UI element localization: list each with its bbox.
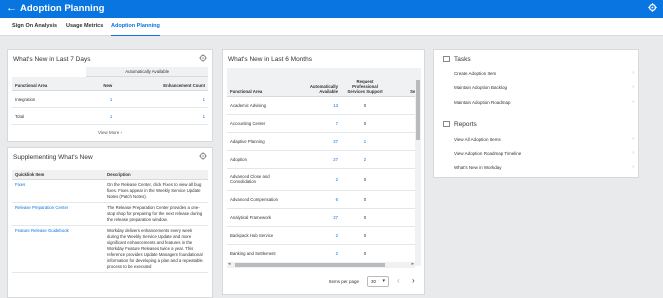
- table-row: Feature Release Guidebook Workday delive…: [12, 225, 208, 273]
- card-title: What's New in Last 6 Months: [228, 56, 312, 63]
- table-viewport: Functional Area Automatically Available …: [227, 68, 415, 266]
- quicklink[interactable]: Feature Release Guidebook: [12, 225, 104, 273]
- last-7-days-table: Automatically Available Functional Area …: [12, 67, 208, 125]
- card-title: What's New in Last 7 Days: [13, 56, 91, 63]
- chevron-right-icon: ›: [632, 70, 634, 76]
- table-row: Total 1 1: [12, 107, 208, 125]
- reports-icon: [443, 121, 450, 127]
- tasks-icon: [443, 56, 450, 62]
- last-6-months-card: What's New in Last 6 Months Functional A…: [222, 49, 425, 295]
- supplementing-card: Supplementing What's New Quicklink Item …: [7, 147, 213, 298]
- reports-title: Reports: [454, 121, 477, 128]
- col-set-require: Set Require: [389, 68, 415, 97]
- tab-sign-on-analysis[interactable]: Sign On Analysis: [12, 23, 57, 36]
- col-automatically-available: Automatically Available: [295, 68, 341, 97]
- settings-gear-icon[interactable]: [199, 54, 207, 64]
- table-row: Fixes On the Release Center, click Fixes…: [12, 179, 208, 203]
- table-row: Release Preparation Center The Release P…: [12, 202, 208, 226]
- settings-gear-icon[interactable]: [199, 152, 207, 162]
- card-title: Supplementing What's New: [13, 154, 93, 161]
- col-enhancement-count: Enhancement Count: [115, 76, 208, 91]
- scrollbar-thumb[interactable]: [235, 263, 385, 267]
- table-row: Integration 1 1: [12, 90, 208, 108]
- quicklink[interactable]: Fixes: [12, 179, 104, 203]
- tab-adoption-planning[interactable]: Adoption Planning: [111, 23, 160, 36]
- last-6-months-table: Functional Area Automatically Available …: [227, 68, 415, 263]
- table-row: Banking and Settlement200: [227, 244, 415, 263]
- gear-icon[interactable]: [648, 3, 657, 14]
- chevron-right-icon: ›: [632, 136, 634, 142]
- chevron-right-icon: ›: [632, 84, 634, 90]
- page-title: Adoption Planning: [20, 3, 105, 14]
- table-row: Analytical Framework2700: [227, 208, 415, 227]
- app-header: ← Adoption Planning: [0, 0, 663, 18]
- next-page-icon[interactable]: ›: [412, 276, 415, 285]
- table-row: Advanced Compensation600: [227, 190, 415, 209]
- tasks-title: Tasks: [454, 56, 471, 63]
- items-per-page-label: Items per page: [329, 279, 360, 284]
- group-header: Automatically Available: [86, 67, 208, 77]
- col-functional-area: Functional Area: [12, 76, 87, 91]
- table-row: Academic Advising1300: [227, 96, 415, 115]
- scrollbar-thumb[interactable]: [416, 80, 420, 140]
- chevron-right-icon: ›: [632, 164, 634, 170]
- back-arrow-icon[interactable]: ←: [6, 2, 17, 14]
- horizontal-scrollbar[interactable]: ◂ ▸: [227, 261, 415, 268]
- col-new: New: [86, 76, 116, 91]
- col-quicklink-item: Quicklink Item: [12, 170, 104, 180]
- col-functional-area: Functional Area: [227, 68, 295, 97]
- report-roadmap-timeline[interactable]: View Adoption Roadmap Timeline: [454, 151, 521, 156]
- table-row: Accounting Center700: [227, 114, 415, 133]
- table-row: Backpack Hub Service200: [227, 226, 415, 245]
- vertical-scrollbar[interactable]: [415, 68, 421, 266]
- tab-bar: Sign On Analysis Usage Metrics Adoption …: [0, 18, 663, 36]
- chevron-right-icon: ›: [632, 150, 634, 156]
- items-per-page-select[interactable]: 30 ▾: [367, 276, 389, 287]
- chevron-down-icon: ▾: [382, 278, 385, 284]
- supplementing-table: Quicklink Item Description Fixes On the …: [12, 170, 208, 273]
- scroll-left-icon[interactable]: ◂: [228, 261, 231, 267]
- task-maintain-backlog[interactable]: Maintain Adoption Backlog: [454, 85, 507, 90]
- report-whats-new[interactable]: What's New in Workday: [454, 165, 502, 170]
- previous-page-icon[interactable]: ‹: [397, 276, 400, 285]
- tasks-reports-card: Tasks Create Adoption Item › Maintain Ad…: [433, 49, 639, 178]
- quicklink[interactable]: Release Preparation Center: [12, 202, 104, 226]
- table-row: Adoption2720: [227, 150, 415, 169]
- view-more-link[interactable]: View More ›: [8, 130, 212, 135]
- table-row: Advanced Close and Consolidation200: [227, 168, 415, 191]
- scroll-right-icon[interactable]: ▸: [411, 261, 414, 267]
- task-maintain-roadmap[interactable]: Maintain Adoption Roadmap: [454, 100, 511, 105]
- tab-usage-metrics[interactable]: Usage Metrics: [66, 23, 103, 36]
- last-7-days-card: What's New in Last 7 Days Automatically …: [7, 49, 213, 142]
- chevron-right-icon: ›: [632, 99, 634, 105]
- col-request-ps-support: Request Professional Services Support: [341, 68, 389, 97]
- col-description: Description: [104, 170, 208, 180]
- task-create-adoption-item[interactable]: Create Adoption Item: [454, 71, 496, 76]
- table-row: Adaptive Planning2711: [227, 132, 415, 151]
- report-view-all-adoption-items[interactable]: View All Adoption Items: [454, 137, 501, 142]
